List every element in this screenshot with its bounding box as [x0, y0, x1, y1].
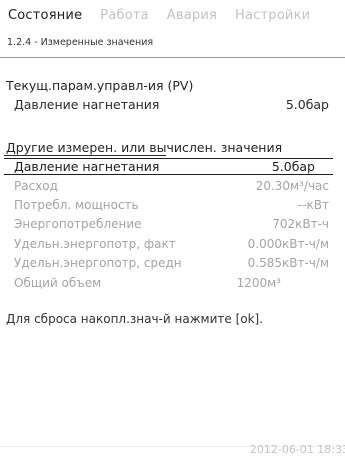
breadcrumb: 1.2.4 - Измеренные значения [7, 37, 154, 48]
timestamp: 2012-06-01 18:33 [249, 443, 345, 456]
pv-section-title: Текущ.парам.управл-ия (PV) [6, 78, 194, 93]
list-item-specific-energy-average[interactable]: Удельн.энергопотр, средн 0.585кВт-ч/м [14, 254, 339, 271]
list-item-specific-energy-actual[interactable]: Удельн.энергопотр, факт 0.000кВт-ч/м [14, 235, 339, 252]
list-item-discharge-pressure[interactable]: Давление нагнетания 5.0бар [4, 158, 333, 175]
reset-hint: Для сброса накопл.знач-й нажмите [ok]. [6, 312, 264, 326]
list-item-value: 1200м³ [236, 275, 281, 290]
list-item-energy[interactable]: Энергопотребление 702кВт-ч [14, 215, 339, 232]
pv-value: 5.0бар [285, 97, 329, 112]
list-item-label: Потребл. мощность [14, 197, 139, 212]
tab-settings[interactable]: Настройки [235, 8, 310, 23]
list-item-label: Общий объем [14, 275, 102, 290]
list-item-power[interactable]: Потребл. мощность --кВт [14, 196, 339, 213]
list-item-value: 702кВт-ч [272, 216, 329, 231]
list-item-value: 20.30м³/час [255, 178, 329, 193]
tab-status[interactable]: Состояние [8, 8, 82, 23]
tab-operation[interactable]: Работа [100, 8, 149, 23]
list-item-flow[interactable]: Расход 20.30м³/час [14, 177, 339, 194]
pv-row: Давление нагнетания 5.0бар [14, 96, 339, 113]
list-item-total-volume[interactable]: Общий объем 1200м³ [14, 274, 339, 291]
list-item-value: --кВт [297, 197, 329, 212]
list-item-value: 0.585кВт-ч/м [247, 255, 329, 270]
list-item-value: 0.000кВт-ч/м [247, 236, 329, 251]
tab-alarm[interactable]: Авария [167, 8, 217, 23]
list-item-value: 5.0бар [271, 159, 315, 174]
header-divider [0, 57, 345, 58]
tab-bar: Состояние Работа Авария Настройки [0, 0, 345, 30]
other-section-title: Другие измерен. или вычислен. значения [6, 140, 283, 155]
section-underline [4, 155, 166, 156]
